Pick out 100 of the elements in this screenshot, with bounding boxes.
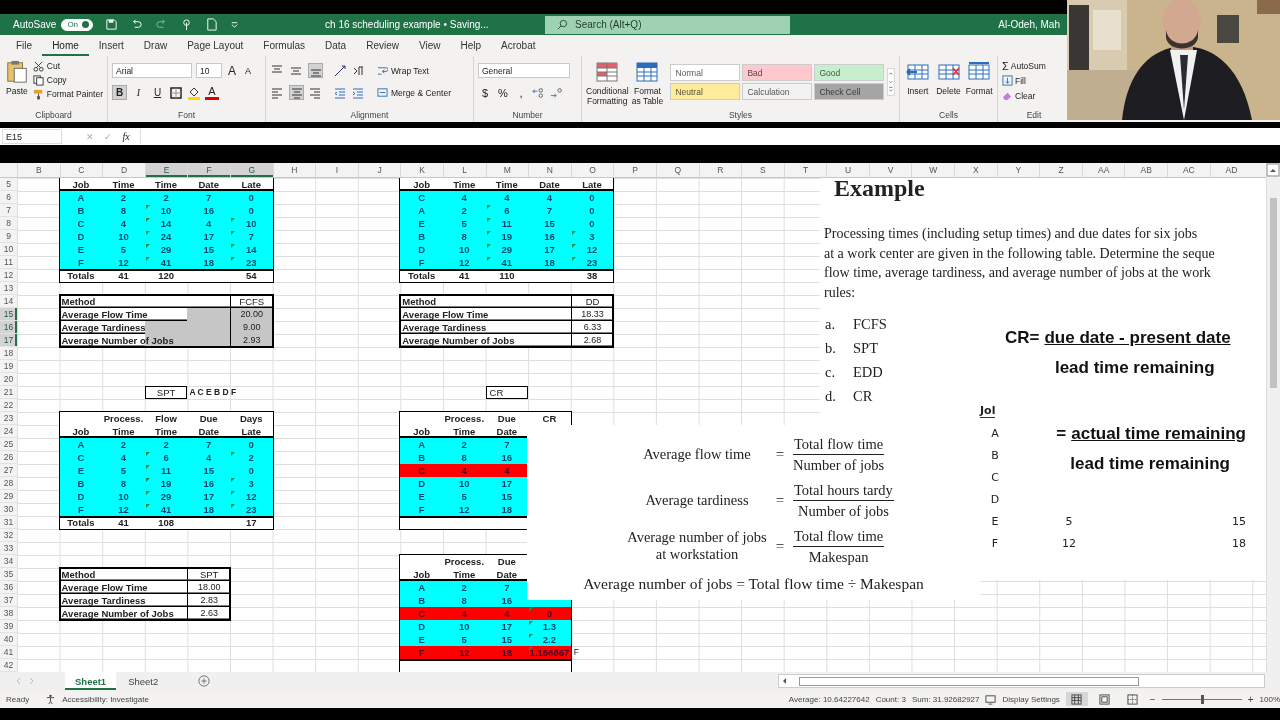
row-header[interactable]: 15 [0,308,17,321]
borders-icon[interactable] [169,85,183,100]
row-header[interactable]: 20 [0,373,17,386]
document-icon[interactable] [205,18,219,31]
row-header[interactable]: 34 [0,555,17,568]
zoom-slider-thumb[interactable] [1200,694,1204,704]
column-header[interactable]: Z [1039,163,1082,177]
decrease-decimal-icon[interactable] [550,85,564,100]
column-header[interactable]: Y [996,163,1040,177]
paragraph-direction-icon[interactable] [351,63,365,78]
row-header[interactable]: 27 [0,464,17,477]
row-header[interactable]: 28 [0,477,17,490]
zoom-out-button[interactable]: − [1149,693,1156,705]
column-header[interactable]: AC [1167,163,1210,177]
percent-button[interactable]: % [496,86,510,99]
row-header[interactable]: 26 [0,451,17,464]
number-format-dropdown[interactable]: General [478,63,570,78]
delete-cells-button[interactable]: Delete [934,60,963,96]
underline-button[interactable]: U [150,85,165,100]
column-header[interactable]: M [485,163,529,177]
column-header[interactable]: G [229,163,273,177]
row-header[interactable]: 32 [0,529,17,542]
display-settings-button[interactable]: Display Settings [1002,694,1060,704]
italic-button[interactable]: I [131,85,146,100]
bold-button[interactable]: B [112,85,127,100]
column-header[interactable]: V [868,163,912,177]
row-header[interactable]: 12 [0,269,17,282]
row-header[interactable]: 25 [0,438,17,451]
column-header[interactable]: J [357,163,401,177]
comma-style-button[interactable]: , [514,86,528,99]
row-header[interactable]: 30 [0,503,17,516]
column-header[interactable]: C [59,163,103,177]
ribbon-tab[interactable]: Home [42,35,89,56]
ribbon-tab[interactable]: File [6,35,43,56]
ribbon-tab[interactable]: Page Layout [177,35,254,56]
normal-view-button[interactable] [1065,692,1088,706]
row-header[interactable]: 22 [0,399,17,412]
row-header[interactable]: 38 [0,607,17,620]
zoom-in-button[interactable]: + [1247,693,1254,705]
column-header[interactable]: B [17,163,60,177]
user-name[interactable]: Al-Odeh, Mah [998,19,1060,30]
column-header[interactable]: O [570,163,614,177]
decrease-indent-icon[interactable] [333,85,347,100]
column-header[interactable]: K [400,163,443,177]
row-header[interactable]: 36 [0,581,17,594]
ribbon-tab[interactable]: Help [450,35,492,56]
increase-decimal-icon[interactable] [532,85,546,100]
horizontal-scrollbar[interactable] [778,674,1265,688]
row-header[interactable]: 8 [0,217,17,230]
sheet-tab[interactable]: Sheet2 [118,672,169,690]
row-header[interactable]: 19 [0,360,17,373]
format-painter-button[interactable]: Format Painter [32,88,103,100]
cut-button[interactable]: Cut [32,60,103,72]
ribbon-tab[interactable]: Formulas [253,35,316,56]
autosum-button[interactable]: Σ AutoSum [1002,59,1046,72]
ribbon-tab[interactable]: Draw [133,35,178,56]
row-header[interactable]: 40 [0,633,17,646]
cell-style-option[interactable]: Check Cell [814,83,885,100]
font-color-button[interactable]: A [205,85,219,100]
format-as-table-button[interactable]: Format as Table [631,60,664,106]
cell-style-option[interactable]: Bad [742,64,813,81]
column-header[interactable]: L [442,163,486,177]
row-header[interactable]: 29 [0,490,17,503]
currency-button[interactable]: $ [478,86,492,99]
accessibility-status[interactable]: Accessibility: Investigate [62,694,149,704]
fill-bucket-icon[interactable] [187,85,201,100]
document-title[interactable]: ch 16 scheduling example • Saving... [325,19,500,30]
ribbon-tab[interactable]: View [408,35,451,56]
insert-cells-button[interactable]: Insert [904,60,932,96]
fill-button[interactable]: Fill [1002,74,1026,87]
column-header[interactable]: H [272,163,316,177]
row-header[interactable]: 37 [0,594,17,607]
column-header[interactable]: P [613,163,656,177]
copy-button[interactable]: Copy [32,74,103,86]
column-header[interactable]: E [144,163,188,177]
column-header[interactable]: I [315,163,358,177]
vertical-scrollbar[interactable] [1266,178,1280,672]
cell-style-option[interactable]: Neutral [670,83,741,100]
insert-function-button[interactable]: fx [118,131,134,142]
save-icon[interactable] [105,18,119,31]
add-icon[interactable] [198,675,211,687]
column-header[interactable]: D [102,163,145,177]
column-header[interactable]: T [783,163,827,177]
increase-indent-icon[interactable] [351,85,365,100]
row-header[interactable]: 9 [0,230,17,243]
row-header[interactable]: 7 [0,204,17,217]
zoom-level[interactable]: 100% [1259,694,1280,704]
shrink-font-button[interactable]: A [242,65,254,76]
column-header[interactable]: AD [1209,163,1253,177]
clear-button[interactable]: Clear [1002,89,1036,102]
column-header[interactable]: S [741,163,784,177]
row-header[interactable]: 23 [0,412,17,425]
autosave-toggle[interactable]: On [61,18,94,31]
row-header[interactable]: 5 [0,178,17,191]
column-header[interactable]: W [911,163,955,177]
row-header[interactable]: 21 [0,386,17,399]
row-header[interactable]: 31 [0,516,17,529]
cell-style-option[interactable]: Calculation [742,83,813,100]
font-size-dropdown[interactable]: 10 [196,63,222,78]
column-header[interactable]: N [528,163,571,177]
